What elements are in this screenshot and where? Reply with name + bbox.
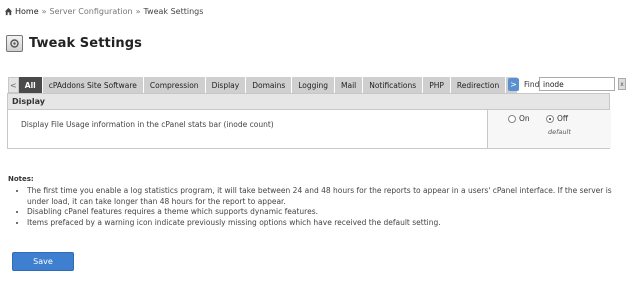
find-label: Find: [524, 80, 540, 89]
tab-bar: < All cPAddons Site Software Compression…: [8, 77, 518, 93]
tab-mail[interactable]: Mail: [335, 77, 364, 93]
tab-domains[interactable]: Domains: [246, 77, 293, 93]
breadcrumb-separator: »: [41, 6, 47, 16]
settings-table: Display Display File Usage information i…: [7, 93, 611, 149]
notes-list: The first time you enable a log statisti…: [17, 186, 629, 228]
tab-php[interactable]: PHP: [423, 77, 451, 93]
tab-scroll-left-button[interactable]: <: [8, 77, 19, 93]
default-note: default: [548, 128, 571, 136]
tab-all[interactable]: All: [18, 77, 43, 93]
find-input[interactable]: [539, 77, 615, 91]
tab-notifications[interactable]: Notifications: [363, 77, 424, 93]
tab-cpaddons-site-software[interactable]: cPAddons Site Software: [42, 77, 144, 93]
setting-row-file-usage: Display File Usage information in the cP…: [8, 110, 611, 148]
radio-on[interactable]: [508, 114, 516, 123]
breadcrumb-server-configuration[interactable]: Server Configuration: [50, 7, 133, 16]
notes-title: Notes:: [8, 175, 34, 183]
page-title: Tweak Settings: [29, 36, 142, 51]
tab-redirection[interactable]: Redirection: [450, 77, 507, 93]
breadcrumb-separator: »: [135, 6, 141, 16]
page-header: Tweak Settings: [6, 35, 142, 52]
tab-display[interactable]: Display: [205, 77, 247, 93]
tab-logging[interactable]: Logging: [292, 77, 335, 93]
radio-off-option[interactable]: Off: [546, 114, 568, 123]
setting-label: Display File Usage information in the cP…: [21, 120, 274, 129]
radio-on-label: On: [519, 114, 530, 123]
home-icon[interactable]: [4, 7, 13, 16]
tab-scroll-right-button[interactable]: >: [508, 78, 519, 91]
setting-options: On Off default: [487, 110, 611, 148]
note-item: Items prefaced by a warning icon indicat…: [27, 218, 629, 229]
radio-off-label: Off: [557, 114, 569, 123]
note-item: Disabling cPanel features requires a the…: [27, 207, 629, 218]
breadcrumb-home[interactable]: Home: [15, 7, 39, 16]
breadcrumb-tweak-settings: Tweak Settings: [143, 6, 204, 16]
radio-off[interactable]: [546, 114, 554, 123]
tweak-settings-icon: [6, 35, 23, 52]
save-button[interactable]: Save: [12, 252, 74, 271]
section-header-display: Display: [8, 94, 609, 110]
radio-on-option[interactable]: On: [508, 114, 530, 123]
breadcrumb: Home » Server Configuration » Tweak Sett…: [4, 4, 203, 18]
note-item: The first time you enable a log statisti…: [27, 186, 629, 207]
tab-compression[interactable]: Compression: [143, 77, 206, 93]
clear-find-button[interactable]: x: [618, 78, 626, 90]
